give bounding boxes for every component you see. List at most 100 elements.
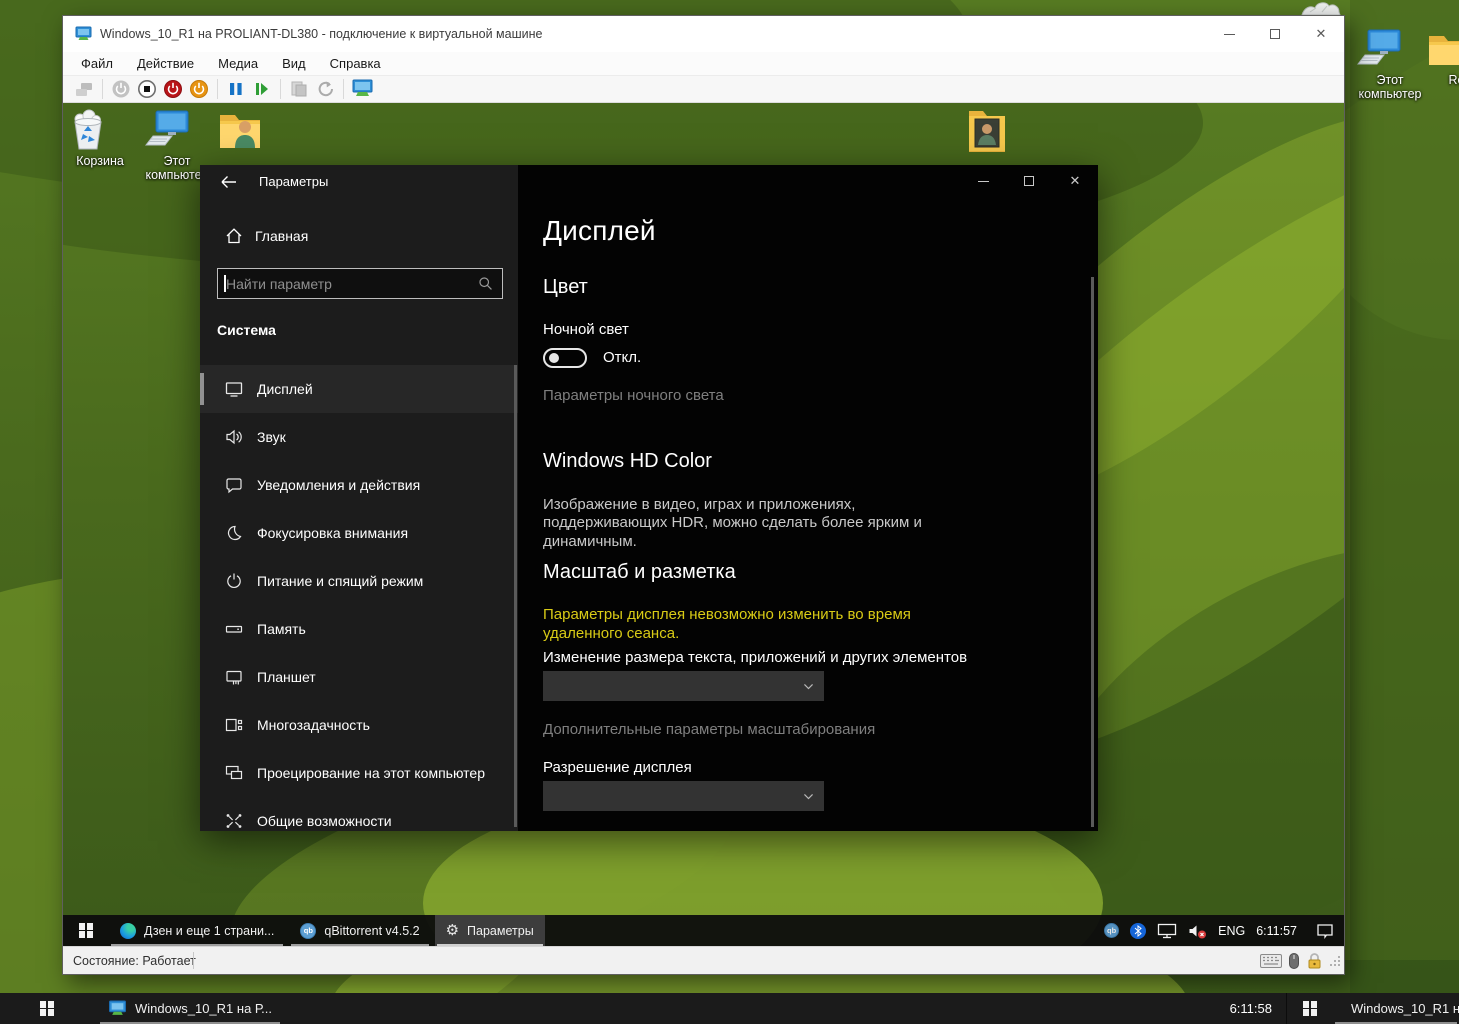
taskbar-button-edge[interactable]: Дзен и еще 1 страни... xyxy=(109,915,285,946)
shutdown-icon[interactable] xyxy=(135,77,159,101)
menu-help[interactable]: Справка xyxy=(318,56,393,71)
vm-clock[interactable]: 6:11:57 xyxy=(1256,924,1297,938)
vm-desktop-icon-recycle-bin[interactable]: Корзина xyxy=(65,109,135,168)
pause-icon[interactable] xyxy=(224,77,248,101)
vm-desktop: Корзина Этот компьютер xyxy=(63,103,1344,946)
host-desktop-icon-folder[interactable]: Ron xyxy=(1424,28,1459,87)
search-icon[interactable] xyxy=(477,275,494,292)
scale-heading: Масштаб и разметка xyxy=(543,561,736,584)
menu-action[interactable]: Действие xyxy=(125,56,206,71)
taskbar-button-qbittorrent[interactable]: qb qBittorrent v4.5.2 xyxy=(289,915,430,946)
folder-icon xyxy=(1424,28,1459,70)
settings-maximize-button[interactable] xyxy=(1006,165,1052,197)
language-indicator[interactable]: ENG xyxy=(1218,924,1245,938)
settings-title: Параметры xyxy=(259,174,328,189)
sidebar-item-display[interactable]: Дисплей xyxy=(200,365,518,413)
remote-session-warning: Параметры дисплея невозможно изменить во… xyxy=(543,606,973,644)
checkpoint-icon[interactable] xyxy=(287,77,311,101)
night-light-toggle[interactable] xyxy=(543,348,587,368)
sidebar-item-storage[interactable]: Память xyxy=(200,605,518,653)
host-start-button[interactable] xyxy=(24,993,70,1024)
hdr-heading: Windows HD Color xyxy=(543,450,712,473)
resume-icon[interactable] xyxy=(250,77,274,101)
search-input[interactable] xyxy=(218,276,477,292)
host-recycle-bin-peek xyxy=(1296,0,1344,15)
back-button[interactable] xyxy=(212,170,246,194)
host-start-button-2[interactable] xyxy=(1287,993,1333,1024)
sidebar-item-sound[interactable]: Звук xyxy=(200,413,518,461)
vmconnect-titlebar[interactable]: Windows_10_R1 на PROLIANT-DL380 - подклю… xyxy=(63,16,1344,52)
settings-close-button[interactable]: ✕ xyxy=(1052,165,1098,197)
taskbar-button-settings[interactable]: ⚙ Параметры xyxy=(435,915,545,946)
sidebar-item-projecting[interactable]: Проецирование на этот компьютер xyxy=(200,749,518,797)
resolution-dropdown[interactable] xyxy=(543,781,824,811)
sidebar-item-multitasking[interactable]: Многозадачность xyxy=(200,701,518,749)
menu-view[interactable]: Вид xyxy=(270,56,318,71)
sound-icon xyxy=(224,427,244,447)
qbittorrent-tray-icon[interactable]: qb xyxy=(1104,923,1119,938)
vmconnect-menubar: Файл Действие Медиа Вид Справка xyxy=(63,52,1344,76)
sidebar-item-shared-experiences[interactable]: Общие возможности xyxy=(200,797,518,831)
section-heading: Система xyxy=(217,322,276,338)
this-pc-icon xyxy=(142,109,212,151)
settings-content: ✕ Дисплей Цвет Ночной свет Откл. Парамет… xyxy=(518,165,1098,831)
network-display-icon[interactable] xyxy=(1157,923,1177,939)
host-desktop-icon-this-pc[interactable]: Этот компьютер xyxy=(1354,28,1426,102)
close-button[interactable]: ✕ xyxy=(1298,19,1344,49)
sidebar-item-tablet[interactable]: Планшет xyxy=(200,653,518,701)
vm-desktop-icon-media-folder[interactable] xyxy=(962,107,1032,158)
scale-dropdown[interactable] xyxy=(543,671,824,701)
maximize-button[interactable] xyxy=(1252,19,1298,49)
menu-media[interactable]: Медиа xyxy=(206,56,270,71)
content-scrollbar[interactable] xyxy=(1091,277,1094,827)
sidebar-scrollbar[interactable] xyxy=(514,365,517,827)
save-state-icon[interactable] xyxy=(187,77,211,101)
volume-muted-icon[interactable] xyxy=(1188,923,1207,939)
desktop-icon-label: Этот компьютер xyxy=(1354,73,1426,102)
vmconnect-window-icon xyxy=(75,26,92,42)
sidebar-item-focus-assist[interactable]: Фокусировка внимания xyxy=(200,509,518,557)
sidebar-item-notifications[interactable]: Уведомления и действия xyxy=(200,461,518,509)
advanced-scaling-link[interactable]: Дополнительные параметры масштабирования xyxy=(543,721,875,738)
bluetooth-icon[interactable] xyxy=(1130,923,1146,939)
revert-icon[interactable] xyxy=(313,77,337,101)
vmconnect-statusbar: Состояние: Работает xyxy=(63,946,1344,974)
resolution-label: Разрешение дисплея xyxy=(543,759,692,776)
scale-label: Изменение размера текста, приложений и д… xyxy=(543,649,967,666)
night-light-state: Откл. xyxy=(603,349,641,366)
tablet-icon xyxy=(224,667,244,687)
second-monitor-taskbar: Windows_10_R1 на Р... xyxy=(1286,993,1459,1024)
vm-desktop-icon-user-folder[interactable] xyxy=(215,109,285,156)
menu-file[interactable]: Файл xyxy=(69,56,125,71)
window-title: Windows_10_R1 на PROLIANT-DL380 - подклю… xyxy=(100,27,1206,41)
resize-grip[interactable] xyxy=(1330,956,1340,966)
color-heading: Цвет xyxy=(543,276,588,299)
storage-icon xyxy=(224,619,244,639)
ctrl-alt-del-icon[interactable] xyxy=(72,77,96,101)
night-light-settings-link[interactable]: Параметры ночного света xyxy=(543,387,724,404)
desktop-icon-label: Ron xyxy=(1424,73,1459,87)
home-icon xyxy=(224,226,244,246)
sidebar-item-power-sleep[interactable]: Питание и спящий режим xyxy=(200,557,518,605)
host-taskbar: Windows_10_R1 на Р... 6:11:58 Windows_10… xyxy=(0,993,1459,1024)
host-clock[interactable]: 6:11:58 xyxy=(1230,1001,1272,1016)
recycle-bin-icon xyxy=(65,109,135,151)
host-taskbar-button-vm-2[interactable]: Windows_10_R1 на Р... xyxy=(1333,993,1459,1024)
back-arrow-icon xyxy=(219,172,239,192)
this-pc-icon xyxy=(1354,28,1426,70)
media-folder-icon xyxy=(962,107,1032,155)
vm-start-button[interactable] xyxy=(63,915,109,946)
power-disabled-icon[interactable] xyxy=(109,77,133,101)
display-icon xyxy=(224,379,244,399)
mouse-icon xyxy=(1289,953,1299,969)
settings-search[interactable] xyxy=(217,268,503,299)
host-taskbar-button-vm[interactable]: Windows_10_R1 на Р... xyxy=(98,993,282,1024)
hdr-description: Изображение в видео, играх и приложениях… xyxy=(543,496,963,551)
minimize-button[interactable] xyxy=(1206,19,1252,49)
turn-off-icon[interactable] xyxy=(161,77,185,101)
night-light-label: Ночной свет xyxy=(543,321,629,338)
action-center-icon[interactable] xyxy=(1316,923,1334,939)
settings-minimize-button[interactable] xyxy=(960,165,1006,197)
sidebar-item-home[interactable]: Главная xyxy=(224,226,308,246)
vmconnect-display-icon[interactable] xyxy=(350,77,374,101)
